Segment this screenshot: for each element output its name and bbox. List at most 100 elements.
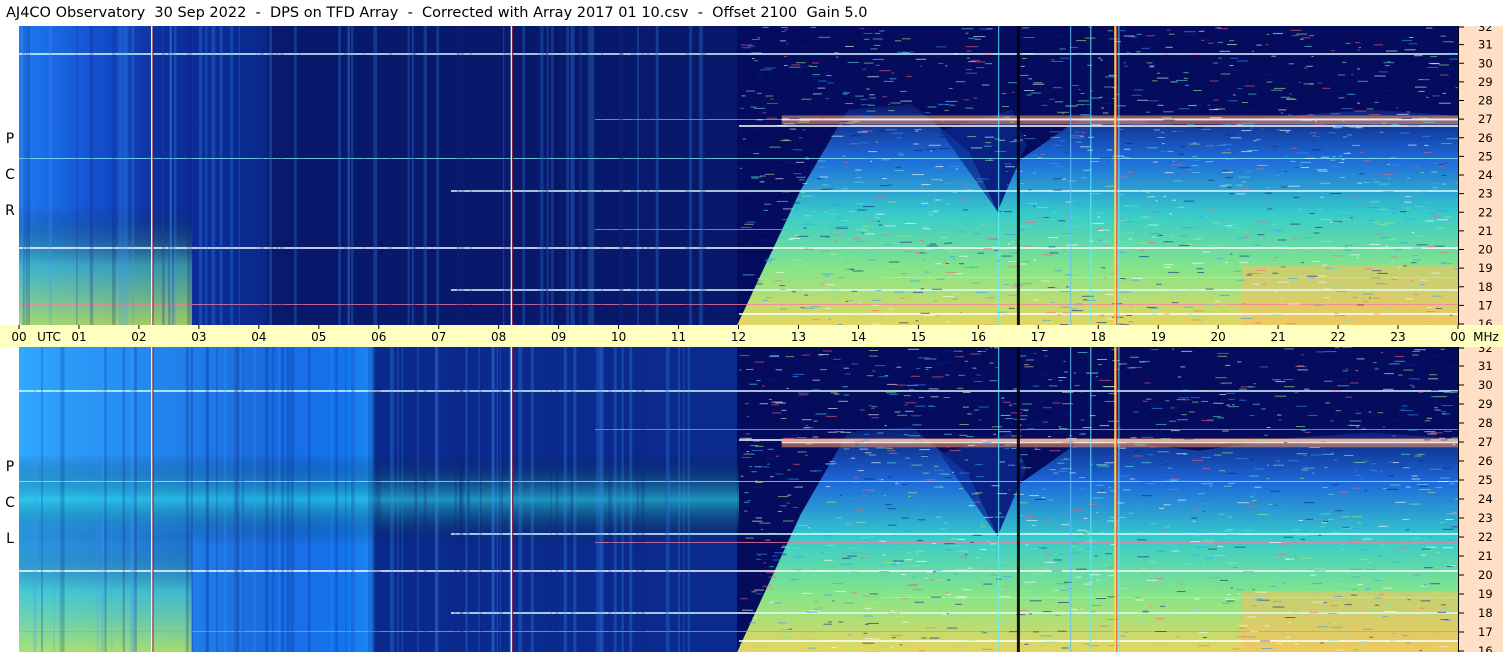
noise-speckle (904, 410, 914, 412)
noise-speckle (1053, 559, 1062, 561)
noise-speckle (1436, 71, 1440, 73)
noise-speckle (791, 291, 796, 293)
noise-speckle (787, 478, 799, 480)
noise-speckle (1275, 381, 1286, 383)
noise-speckle (1019, 263, 1027, 265)
noise-speckle (1266, 81, 1273, 83)
noise-speckle (1400, 547, 1407, 549)
noise-speckle (1288, 621, 1291, 623)
noise-speckle (1007, 464, 1015, 466)
noise-speckle (1280, 96, 1290, 98)
noise-speckle (1037, 64, 1041, 66)
noise-speckle (777, 622, 787, 624)
noise-speckle (1139, 217, 1148, 219)
noise-speckle (1275, 553, 1286, 555)
noise-speckle (926, 211, 938, 213)
noise-speckle (763, 209, 768, 211)
noise-speckle (832, 583, 843, 584)
noise-speckle (1193, 607, 1203, 609)
noise-speckle (1187, 288, 1194, 290)
noise-speckle (1343, 60, 1348, 62)
noise-speckle (812, 74, 820, 76)
noise-speckle (1206, 589, 1210, 590)
noise-speckle (994, 67, 1005, 69)
noise-speckle (1026, 294, 1035, 295)
time-tick-label: 08 (491, 330, 506, 344)
noise-speckle (1028, 613, 1033, 615)
noise-speckle (1247, 150, 1258, 151)
noise-speckle (1025, 282, 1033, 284)
noise-speckle (1104, 86, 1114, 88)
noise-speckle (899, 430, 909, 432)
noise-speckle (1404, 218, 1415, 220)
noise-speckle (847, 555, 857, 557)
noise-speckle (1205, 540, 1215, 542)
noise-speckle (1375, 283, 1388, 285)
noise-speckle (895, 384, 906, 386)
noise-speckle (744, 492, 749, 494)
noise-speckle (1023, 37, 1035, 38)
noise-speckle (1163, 239, 1174, 241)
noise-speckle (770, 169, 780, 171)
noise-speckle (835, 217, 843, 219)
noise-speckle (1165, 46, 1173, 48)
noise-speckle (1089, 240, 1094, 242)
noise-speckle (1066, 274, 1073, 276)
noise-speckle (1146, 398, 1152, 400)
noise-speckle (1137, 539, 1147, 541)
noise-speckle (789, 238, 801, 239)
noise-speckle (965, 221, 971, 222)
noise-speckle (810, 306, 821, 308)
night-texture (299, 26, 301, 325)
noise-speckle (1351, 594, 1357, 596)
noise-speckle (812, 93, 822, 95)
noise-speckle (762, 385, 765, 387)
noise-speckle (1356, 358, 1365, 360)
noise-speckle (1033, 259, 1036, 261)
noise-speckle (1432, 272, 1440, 274)
noise-speckle (940, 485, 943, 487)
noise-speckle (870, 407, 875, 409)
noise-speckle (921, 637, 927, 639)
noise-speckle (1070, 618, 1075, 620)
noise-speckle (1042, 153, 1046, 155)
noise-speckle (1044, 554, 1053, 556)
noise-speckle (1364, 490, 1367, 492)
noise-speckle (1249, 505, 1255, 507)
noise-speckle (1220, 579, 1229, 581)
freq-tick-label: 27 (1478, 435, 1493, 449)
night-texture (89, 26, 94, 325)
noise-speckle (1358, 47, 1361, 49)
noise-speckle (994, 516, 1005, 518)
noise-speckle (1416, 113, 1419, 115)
noise-speckle (843, 553, 846, 555)
noise-speckle (905, 250, 913, 252)
noise-speckle (1057, 602, 1069, 603)
freq-tick-label: 31 (1478, 359, 1493, 373)
noise-speckle (1219, 50, 1230, 52)
noise-speckle (812, 389, 820, 391)
noise-speckle (1257, 221, 1269, 223)
evening-warm-band (1242, 265, 1458, 325)
noise-speckle (820, 286, 832, 288)
noise-speckle (1374, 124, 1377, 126)
noise-speckle (1333, 459, 1337, 461)
noise-speckle (1387, 43, 1393, 45)
noise-speckle (1421, 41, 1425, 43)
noise-speckle (871, 462, 881, 464)
noise-speckle (1353, 461, 1366, 463)
night-texture (459, 347, 463, 652)
noise-speckle (1191, 517, 1198, 519)
noise-speckle (1435, 245, 1445, 247)
noise-speckle (824, 71, 831, 73)
noise-speckle (945, 182, 953, 184)
noise-speckle (1110, 161, 1115, 163)
noise-speckle (1368, 206, 1380, 208)
noise-speckle (1439, 646, 1449, 648)
noise-speckle (1441, 263, 1452, 264)
noise-speckle (982, 441, 992, 443)
noise-speckle (1330, 390, 1342, 392)
noise-speckle (988, 560, 992, 562)
noise-speckle (1151, 405, 1156, 407)
noise-speckle (848, 210, 856, 212)
